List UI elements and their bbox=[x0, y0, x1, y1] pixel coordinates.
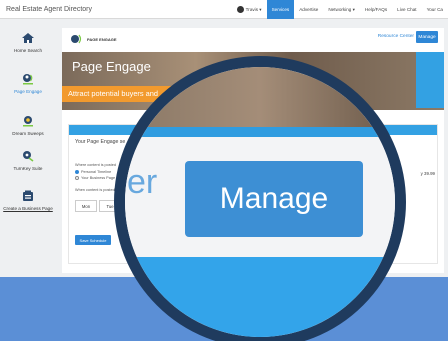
day-mon[interactable]: Mon bbox=[75, 200, 97, 212]
nav-live-chat[interactable]: Live Chat bbox=[392, 0, 421, 19]
manage-button[interactable]: Manage bbox=[416, 31, 438, 43]
magnifier-lens: er Manage bbox=[114, 56, 406, 341]
sidebar-item-page-engage[interactable]: Page Engage bbox=[0, 72, 56, 94]
sidebar-item-dream-sweeps[interactable]: Dream Sweeps bbox=[0, 114, 56, 136]
magnified-manage-button[interactable]: Manage bbox=[185, 161, 363, 237]
magnified-header-bar bbox=[125, 127, 395, 137]
magnified-ghost-text: er bbox=[127, 163, 158, 201]
site-brand[interactable]: Real Estate Agent Directory bbox=[6, 6, 92, 13]
top-navbar: Real Estate Agent Directory Travis ▾ Ser… bbox=[0, 0, 448, 19]
nav-user-label: Travis ▾ bbox=[245, 6, 262, 12]
when-label: When content is posted bbox=[75, 188, 115, 192]
sidebar-item-label: Create a Business Page bbox=[3, 206, 53, 211]
user-avatar bbox=[236, 6, 244, 13]
sidebar-item-turnkey-suite[interactable]: TurnKey Suite bbox=[0, 149, 56, 171]
save-schedule-button[interactable]: Save Schedule bbox=[75, 235, 111, 245]
price-text: y 39.99 bbox=[420, 171, 435, 176]
logo-text: PAGE ENGAGE bbox=[87, 36, 117, 42]
nav-networking[interactable]: Networking ▾ bbox=[323, 0, 360, 19]
sidebar-item-label: Dream Sweeps bbox=[12, 131, 44, 136]
option-label: Personal Timeline bbox=[81, 170, 112, 174]
hero-side-panel bbox=[416, 52, 444, 108]
option-label: Your Business Page bbox=[81, 176, 116, 180]
option-business-page[interactable]: Your Business Page bbox=[75, 176, 115, 180]
top-nav: Travis ▾ Services Advertise Networking ▾… bbox=[232, 0, 448, 19]
nav-user-menu[interactable]: Travis ▾ bbox=[232, 0, 267, 19]
magnified-hero bbox=[125, 67, 395, 127]
magnified-view: er Manage bbox=[125, 67, 395, 337]
business-page-icon bbox=[23, 190, 33, 201]
nav-advertise[interactable]: Advertise bbox=[294, 0, 323, 19]
nav-services[interactable]: Services bbox=[266, 0, 295, 19]
option-personal-timeline[interactable]: Personal Timeline bbox=[75, 170, 111, 174]
nav-your-cart[interactable]: Your Ca bbox=[422, 0, 448, 19]
key-icon bbox=[23, 151, 34, 162]
magnified-blue-panel bbox=[125, 257, 395, 337]
page-engage-logo: PAGE ENGAGE bbox=[70, 33, 117, 45]
radio-icon[interactable] bbox=[75, 176, 79, 180]
sidebar-item-label: Home Search bbox=[13, 48, 43, 53]
card-title: Your Page Engage se bbox=[75, 139, 126, 145]
sidebar-item-create-business-page[interactable]: Create a Business Page bbox=[0, 189, 56, 211]
where-label: Where content is posted bbox=[75, 163, 116, 167]
nav-help-faqs[interactable]: Help/FAQs bbox=[360, 0, 392, 19]
page-engage-logo-icon bbox=[71, 34, 82, 44]
page-engage-icon bbox=[23, 74, 33, 85]
house-icon bbox=[22, 33, 34, 43]
sidebar: Home Search Page Engage Dream Sweeps Tur… bbox=[0, 19, 56, 277]
sidebar-item-home-search[interactable]: Home Search bbox=[0, 31, 56, 53]
sidebar-item-label: Page Engage bbox=[14, 89, 42, 94]
trophy-icon bbox=[23, 116, 33, 127]
sidebar-item-label: TurnKey Suite bbox=[13, 166, 43, 171]
resource-center-link[interactable]: Resource Center bbox=[378, 34, 414, 39]
radio-checked-icon[interactable] bbox=[75, 170, 79, 174]
